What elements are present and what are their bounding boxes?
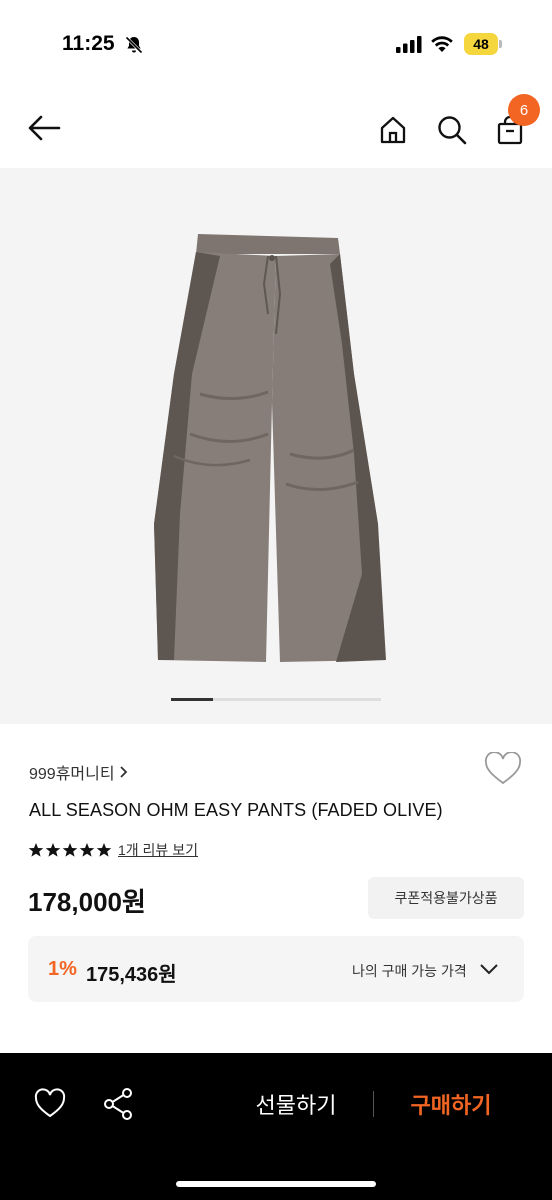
home-button[interactable] bbox=[373, 110, 413, 150]
my-price-panel[interactable]: 1% 175,436원 나의 구매 가능 가격 bbox=[28, 936, 524, 1002]
product-image[interactable] bbox=[0, 168, 552, 724]
heart-outline-icon bbox=[34, 1088, 66, 1118]
battery-indicator: 48 bbox=[464, 33, 502, 55]
product-price: 178,000원 bbox=[28, 887, 146, 917]
rating-stars bbox=[28, 842, 112, 858]
star-icon bbox=[96, 843, 112, 857]
coupon-not-applicable-badge: 쿠폰적용불가상품 bbox=[368, 877, 524, 919]
cellular-signal-icon bbox=[396, 36, 422, 53]
cart-count-badge: 6 bbox=[508, 94, 540, 126]
chevron-right-icon bbox=[119, 766, 127, 778]
heart-outline-icon bbox=[484, 751, 522, 785]
chevron-down-icon bbox=[480, 964, 498, 975]
status-time: 11:25 bbox=[62, 32, 115, 55]
star-icon bbox=[79, 843, 95, 857]
back-arrow-icon bbox=[28, 115, 61, 141]
wishlist-button[interactable] bbox=[484, 751, 524, 790]
discounted-price: 175,436원 bbox=[86, 964, 177, 986]
product-photo bbox=[154, 234, 386, 662]
status-bar: 11:25 48 bbox=[0, 0, 552, 88]
wifi-icon bbox=[431, 36, 453, 52]
brand-name: 999휴머니티 bbox=[29, 766, 115, 783]
discount-percent: 1% bbox=[48, 958, 77, 980]
rating-row: 1개 리뷰 보기 bbox=[28, 840, 198, 860]
star-icon bbox=[45, 843, 61, 857]
share-icon bbox=[104, 1088, 132, 1120]
share-button[interactable] bbox=[100, 1085, 138, 1123]
my-price-label: 나의 구매 가능 가격 bbox=[352, 963, 467, 979]
bell-muted-icon bbox=[125, 36, 143, 54]
gift-button[interactable]: 선물하기 bbox=[240, 1086, 352, 1122]
carousel-progress bbox=[171, 698, 213, 701]
brand-link[interactable]: 999휴머니티 bbox=[29, 760, 129, 784]
buy-button[interactable]: 구매하기 bbox=[394, 1086, 508, 1122]
star-icon bbox=[62, 843, 78, 857]
star-icon bbox=[28, 843, 44, 857]
home-icon bbox=[380, 116, 406, 144]
bottom-wishlist-button[interactable] bbox=[30, 1085, 70, 1121]
image-carousel-indicator bbox=[171, 698, 381, 701]
divider bbox=[373, 1091, 374, 1117]
search-icon bbox=[438, 116, 467, 145]
bottom-action-bar: 선물하기 구매하기 bbox=[0, 1053, 552, 1200]
review-link[interactable]: 1개 리뷰 보기 bbox=[118, 840, 198, 860]
search-button[interactable] bbox=[432, 110, 472, 150]
home-indicator bbox=[176, 1181, 376, 1187]
battery-level: 48 bbox=[473, 36, 489, 52]
back-button[interactable] bbox=[24, 108, 64, 148]
product-title: ALL SEASON OHM EASY PANTS (FADED OLIVE) bbox=[29, 800, 443, 820]
